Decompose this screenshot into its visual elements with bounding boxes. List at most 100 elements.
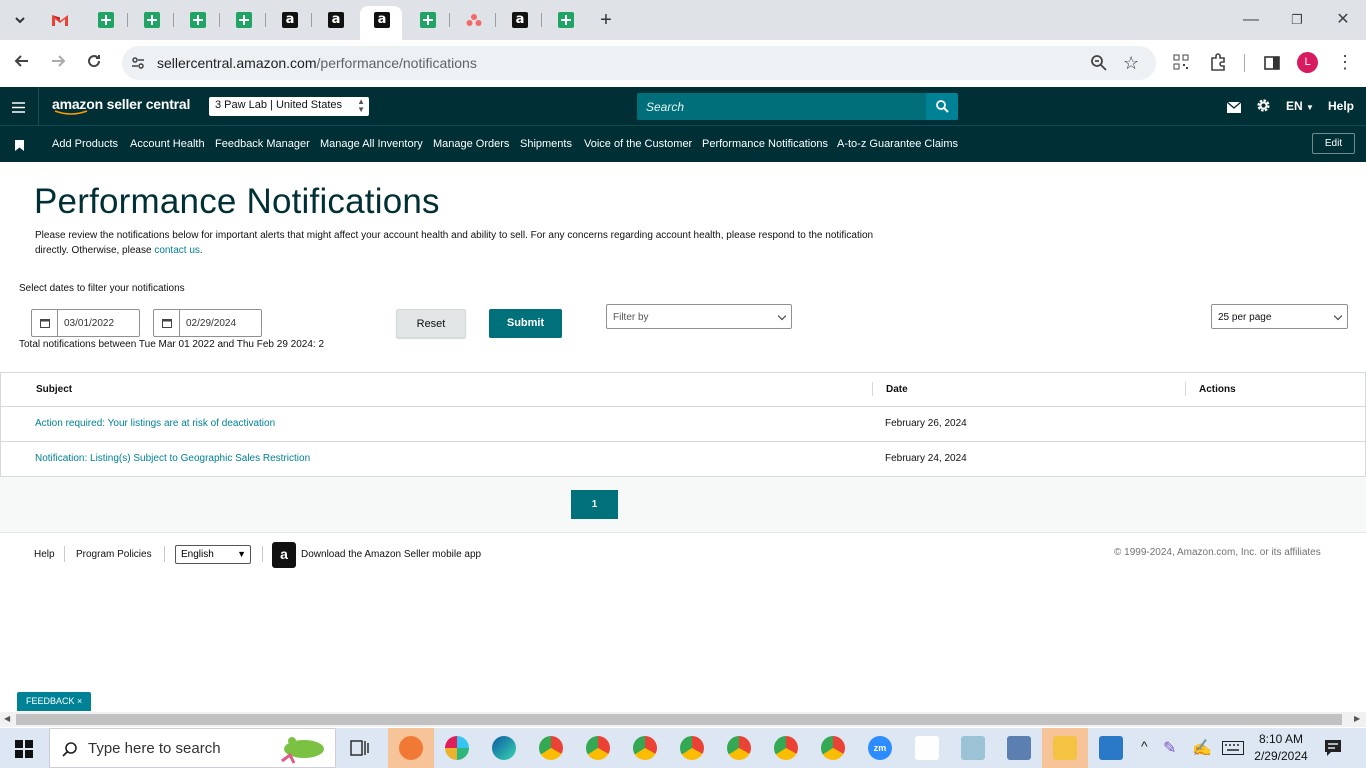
submit-button[interactable]: Submit bbox=[489, 309, 562, 338]
feedback-button[interactable]: FEEDBACK × bbox=[17, 692, 91, 711]
sheets-tab[interactable] bbox=[554, 8, 578, 32]
taskbar-search[interactable]: Type here to search bbox=[49, 728, 336, 768]
amazon-tab[interactable]: a bbox=[508, 8, 532, 32]
ink-workspace-icon[interactable]: ✍ bbox=[1192, 738, 1212, 758]
nav-shipments[interactable]: Shipments bbox=[520, 138, 572, 150]
language-selector[interactable]: EN ▼ bbox=[1286, 99, 1314, 113]
notifications-icon[interactable] bbox=[1324, 739, 1342, 762]
restore-icon[interactable]: ❐ bbox=[1282, 8, 1312, 32]
scrollbar-thumb[interactable] bbox=[16, 714, 1342, 725]
site-info-icon[interactable] bbox=[130, 55, 146, 76]
scroll-right-icon[interactable]: ▶ bbox=[1354, 714, 1360, 723]
calculator-icon[interactable] bbox=[1007, 736, 1031, 760]
bookmark-icon[interactable] bbox=[15, 138, 24, 156]
system-clock[interactable]: 8:10 AM 2/29/2024 bbox=[1253, 731, 1309, 765]
nav-manage-inventory[interactable]: Manage All Inventory bbox=[320, 138, 423, 150]
sheets-tab[interactable] bbox=[416, 8, 440, 32]
chrome-icon[interactable] bbox=[680, 736, 704, 760]
seller-central-logo[interactable]: amazon seller central bbox=[52, 96, 190, 115]
keyboard-icon[interactable] bbox=[1222, 741, 1244, 760]
qr-code-icon[interactable] bbox=[1173, 54, 1189, 75]
amazon-seller-app-icon[interactable]: a bbox=[272, 542, 296, 568]
profile-avatar[interactable]: L bbox=[1297, 52, 1318, 73]
calendar-icon[interactable] bbox=[32, 310, 58, 336]
reset-button[interactable]: Reset bbox=[396, 309, 466, 338]
column-header-actions: Actions bbox=[1199, 384, 1236, 395]
browser-menu-icon[interactable]: ⋮ bbox=[1336, 52, 1354, 73]
column-header-subject[interactable]: Subject bbox=[36, 384, 72, 395]
chart-app-icon[interactable] bbox=[915, 736, 939, 760]
back-arrow-icon[interactable] bbox=[10, 51, 34, 75]
gmail-tab[interactable] bbox=[48, 8, 72, 32]
amazon-tab[interactable]: a bbox=[324, 8, 348, 32]
search-bar bbox=[637, 93, 958, 120]
chrome-icon[interactable] bbox=[539, 736, 563, 760]
edit-nav-button[interactable]: Edit bbox=[1312, 133, 1355, 154]
tray-chevron-icon[interactable]: ^ bbox=[1141, 738, 1148, 754]
column-header-date[interactable]: Date bbox=[886, 384, 908, 395]
photos-icon[interactable] bbox=[1099, 736, 1123, 760]
search-input[interactable] bbox=[637, 93, 926, 120]
footer-help-link[interactable]: Help bbox=[34, 549, 55, 560]
amazon-active-tab-icon[interactable]: a bbox=[370, 8, 394, 32]
nav-performance-notifications[interactable]: Performance Notifications bbox=[702, 138, 828, 150]
bookmark-star-icon[interactable]: ☆ bbox=[1123, 53, 1139, 74]
pen-icon[interactable]: ✎ bbox=[1163, 738, 1176, 758]
scroll-left-icon[interactable]: ◀ bbox=[4, 714, 10, 723]
horizontal-scrollbar[interactable]: ◀ ▶ bbox=[0, 712, 1366, 727]
notification-subject-link[interactable]: Action required: Your listings are at ri… bbox=[35, 418, 275, 429]
contact-us-link[interactable]: contact us bbox=[154, 245, 200, 256]
task-view-icon[interactable] bbox=[350, 739, 370, 762]
nav-a-to-z-claims[interactable]: A-to-z Guarantee Claims bbox=[837, 138, 958, 150]
page-1-button[interactable]: 1 bbox=[571, 490, 618, 519]
sheets-tab[interactable] bbox=[232, 8, 256, 32]
nav-add-products[interactable]: Add Products bbox=[52, 138, 118, 150]
footer-language-select[interactable]: English ▼ bbox=[175, 545, 251, 564]
amazon-tab[interactable]: a bbox=[278, 8, 302, 32]
sheets-tab[interactable] bbox=[94, 8, 118, 32]
mail-icon[interactable] bbox=[1226, 100, 1242, 118]
file-explorer-icon[interactable] bbox=[1053, 736, 1077, 760]
start-date-field[interactable]: 03/01/2022 bbox=[31, 309, 140, 337]
sheets-tab[interactable] bbox=[140, 8, 164, 32]
telegram-icon[interactable] bbox=[399, 736, 423, 760]
per-page-dropdown[interactable]: 25 per page bbox=[1211, 304, 1348, 329]
windows-start-icon[interactable] bbox=[15, 740, 33, 763]
chrome-icon[interactable] bbox=[821, 736, 845, 760]
slack-icon[interactable] bbox=[445, 736, 469, 760]
zoom-icon[interactable] bbox=[1090, 54, 1108, 77]
new-tab-button[interactable]: + bbox=[594, 8, 618, 32]
hamburger-menu-icon[interactable] bbox=[12, 100, 25, 118]
asana-tab[interactable] bbox=[462, 8, 486, 32]
zoom-app-icon[interactable]: zm bbox=[868, 736, 892, 760]
nav-manage-orders[interactable]: Manage Orders bbox=[433, 138, 509, 150]
reload-icon[interactable] bbox=[82, 51, 106, 75]
extensions-icon[interactable] bbox=[1209, 53, 1227, 76]
settings-gear-icon[interactable] bbox=[1256, 98, 1271, 118]
search-button[interactable] bbox=[926, 93, 958, 120]
side-panel-icon[interactable] bbox=[1264, 55, 1280, 76]
program-policies-link[interactable]: Program Policies bbox=[76, 549, 152, 560]
nav-voice-of-customer[interactable]: Voice of the Customer bbox=[584, 138, 692, 150]
end-date-field[interactable]: 02/29/2024 bbox=[153, 309, 262, 337]
chrome-icon[interactable] bbox=[727, 736, 751, 760]
nav-account-health[interactable]: Account Health bbox=[130, 138, 205, 150]
forward-arrow-icon[interactable] bbox=[46, 51, 70, 75]
help-link[interactable]: Help bbox=[1328, 99, 1354, 113]
edge-icon[interactable] bbox=[492, 736, 516, 760]
notification-subject-link[interactable]: Notification: Listing(s) Subject to Geog… bbox=[35, 453, 310, 464]
filter-by-dropdown[interactable]: Filter by bbox=[606, 304, 792, 329]
download-app-link[interactable]: Download the Amazon Seller mobile app bbox=[301, 549, 481, 560]
calendar-icon[interactable] bbox=[154, 310, 180, 336]
tab-list-chevron-icon[interactable] bbox=[8, 8, 32, 32]
close-window-icon[interactable]: ✕ bbox=[1328, 8, 1358, 32]
minimize-icon[interactable]: — bbox=[1236, 8, 1266, 32]
chrome-icon[interactable] bbox=[774, 736, 798, 760]
chrome-icon[interactable] bbox=[586, 736, 610, 760]
sheets-tab[interactable] bbox=[186, 8, 210, 32]
omnibox[interactable]: sellercentral.amazon.com/performance/not… bbox=[122, 46, 1156, 80]
store-switcher[interactable]: 3 Paw Lab | United States ▲ ▼ bbox=[209, 97, 369, 116]
nav-feedback-manager[interactable]: Feedback Manager bbox=[215, 138, 310, 150]
notepad-icon[interactable] bbox=[961, 736, 985, 760]
chrome-icon[interactable] bbox=[633, 736, 657, 760]
